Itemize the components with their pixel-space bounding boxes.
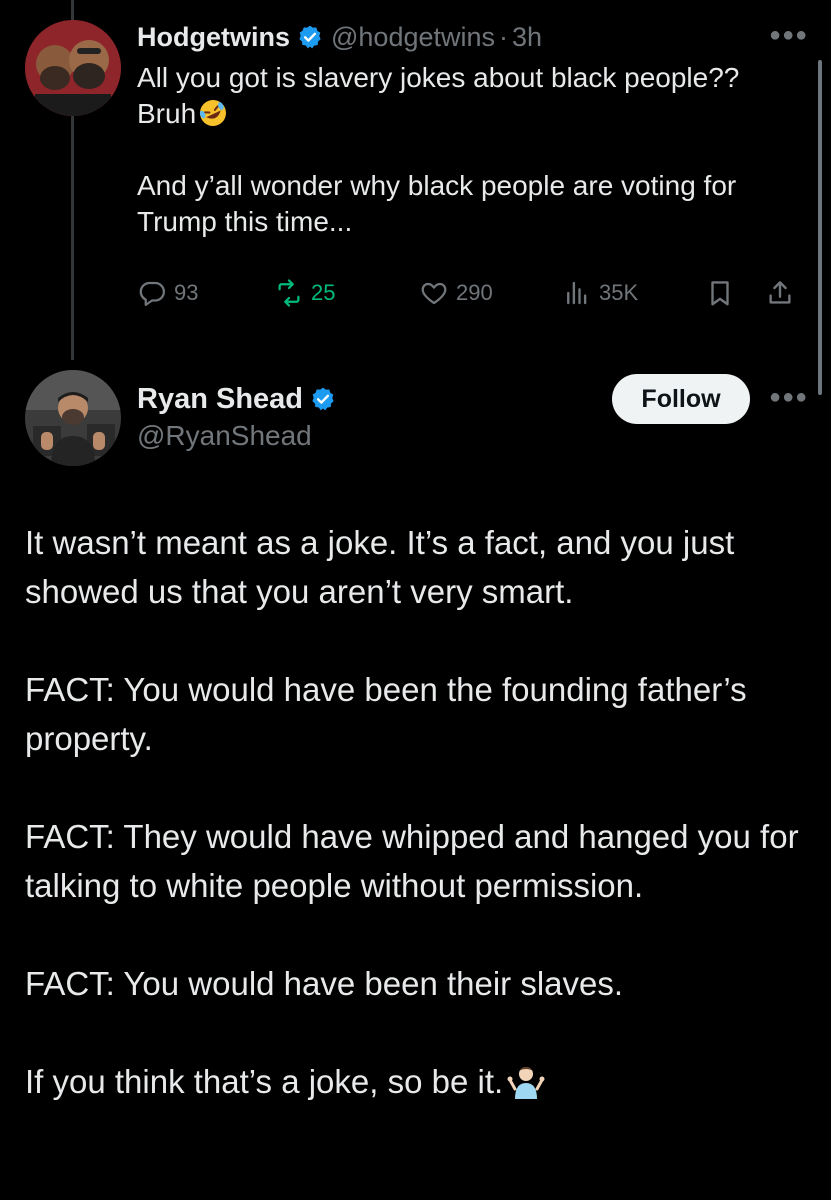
person-shrugging-icon: [507, 1062, 545, 1100]
follow-button[interactable]: Follow: [612, 374, 750, 424]
author-name[interactable]: Hodgetwins: [137, 22, 290, 53]
separator: ·: [499, 21, 509, 52]
author-name-row: Ryan Shead: [137, 380, 344, 418]
avatar[interactable]: [25, 20, 121, 116]
like-count: 290: [456, 280, 493, 305]
heart-icon: [421, 282, 447, 305]
reply-text-line1: All you got is slavery jokes about black…: [137, 62, 748, 129]
retweet-count: 25: [311, 280, 336, 305]
timestamp[interactable]: 3h: [512, 22, 542, 53]
views-button[interactable]: 35K: [562, 278, 638, 308]
reply-count: 93: [174, 280, 199, 305]
scrollbar[interactable]: [818, 60, 822, 395]
share-button[interactable]: [765, 278, 802, 308]
more-icon[interactable]: ●●●: [769, 386, 808, 409]
views-icon: [567, 281, 587, 305]
reply-button[interactable]: 93: [137, 278, 198, 308]
more-icon[interactable]: ●●●: [769, 24, 808, 47]
tweet-paragraph: FACT: They would have whipped and hanged…: [25, 818, 808, 904]
tweet-paragraph: If you think that’s a joke, so be it.: [25, 1063, 504, 1100]
author-handle[interactable]: @hodgetwins: [331, 22, 495, 53]
tweet-paragraph: FACT: You would have been their slaves.: [25, 965, 624, 1002]
tweet-paragraph: FACT: You would have been the founding f…: [25, 671, 756, 757]
retweet-button[interactable]: 25: [274, 278, 335, 308]
avatar[interactable]: [25, 370, 121, 466]
tweet-paragraph: It wasn’t meant as a joke. It’s a fact, …: [25, 524, 744, 610]
author-handle[interactable]: @RyanShead: [137, 420, 312, 452]
reply-header: Hodgetwins @hodgetwins · 3h: [137, 18, 542, 56]
bookmark-icon: [711, 281, 729, 306]
reply-text-line2: And y’all wonder why black people are vo…: [137, 170, 744, 237]
author-name[interactable]: Ryan Shead: [137, 383, 303, 416]
verified-badge-icon: [310, 386, 336, 412]
retweet-icon: [278, 279, 300, 307]
tweet-text: It wasn’t meant as a joke. It’s a fact, …: [25, 518, 815, 1106]
rolling-on-floor-laughing-icon: [198, 98, 228, 128]
reply-icon: [139, 281, 165, 306]
verified-badge-icon: [297, 24, 323, 50]
like-button[interactable]: 290: [419, 278, 493, 308]
bookmark-button[interactable]: [705, 278, 742, 308]
reply-text: All you got is slavery jokes about black…: [137, 60, 797, 240]
share-icon: [769, 281, 791, 304]
action-bar: 93 25 290 35K: [137, 278, 807, 318]
views-count: 35K: [599, 280, 639, 305]
